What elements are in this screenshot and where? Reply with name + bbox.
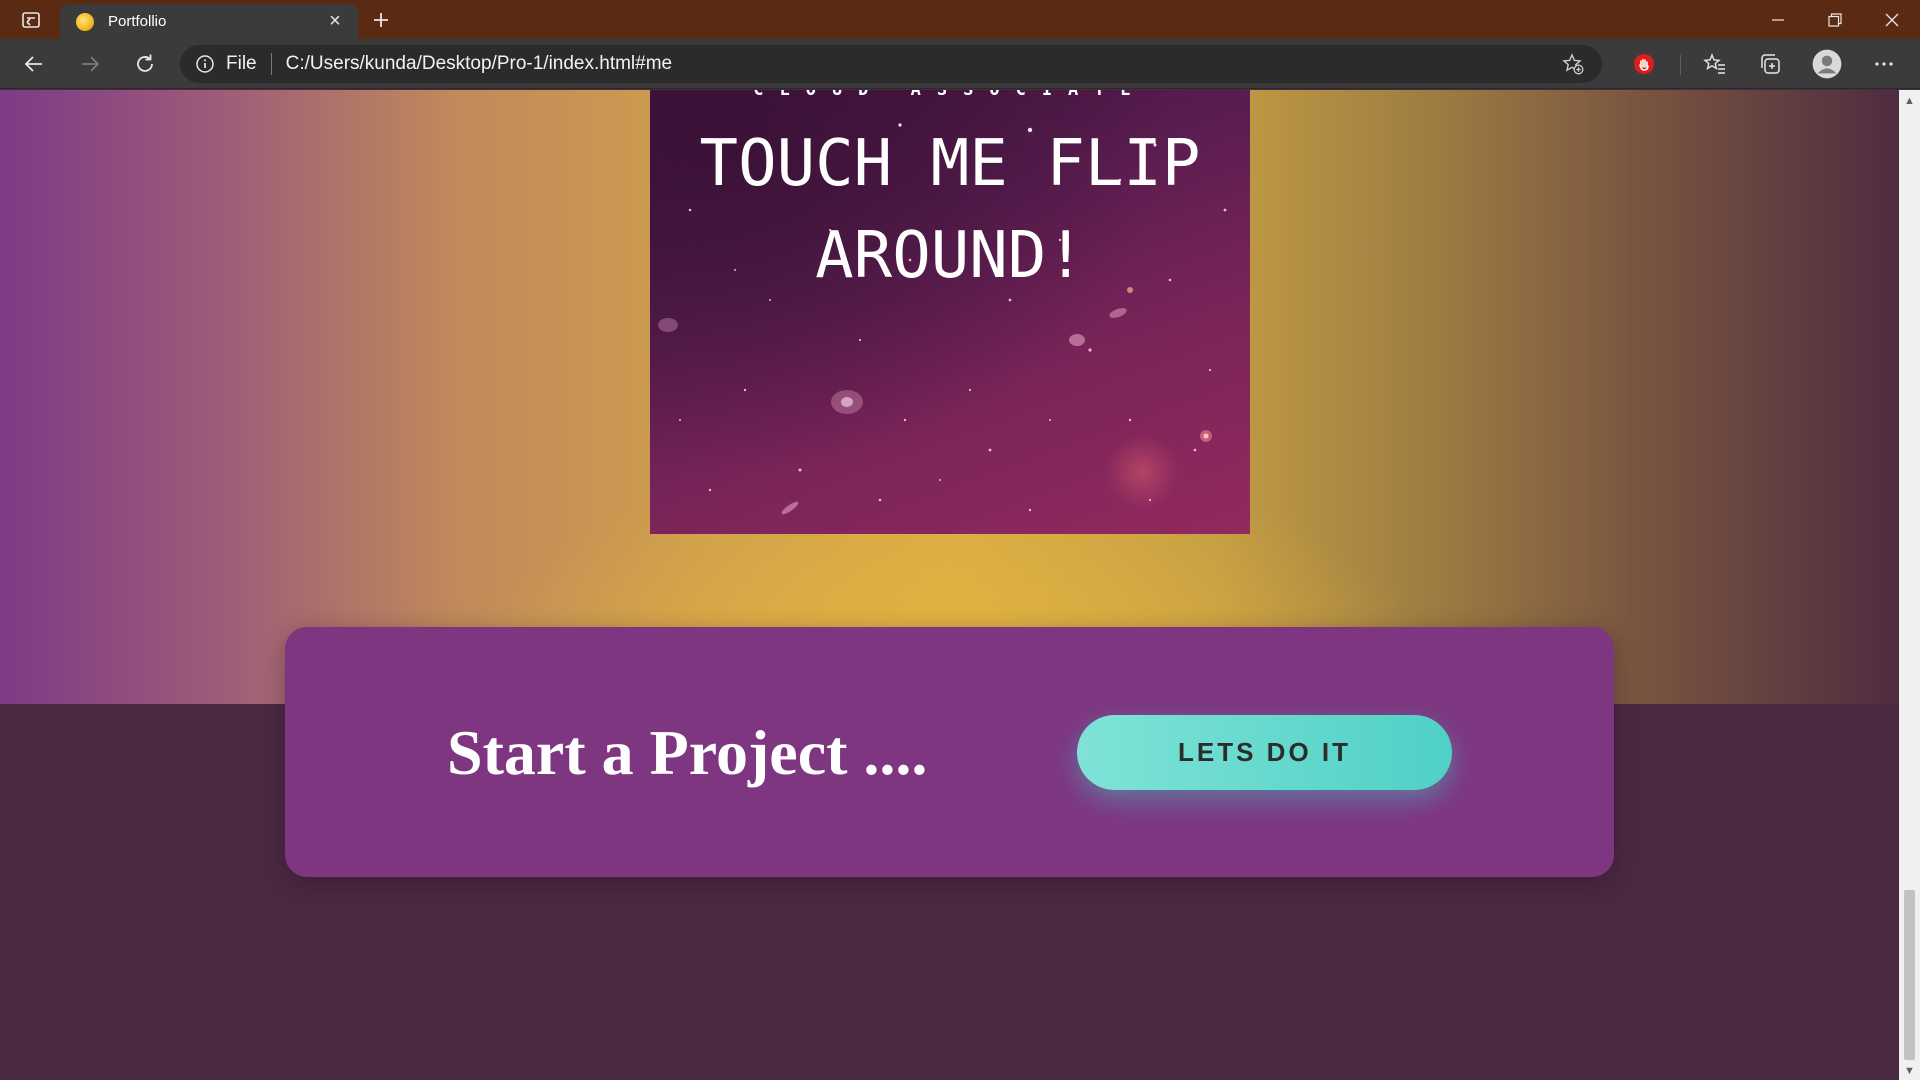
new-tab-button[interactable]: [366, 6, 396, 34]
forward-button[interactable]: [72, 47, 108, 81]
favicon-icon: [76, 12, 94, 31]
favorites-button[interactable]: [1695, 47, 1735, 81]
address-url[interactable]: C:/Users/kunda/Desktop/Pro-1/index.html#…: [286, 53, 1558, 75]
ellipsis-icon: [1875, 62, 1893, 66]
hand-stop-icon: [1634, 54, 1654, 74]
arrow-left-icon: [24, 56, 42, 72]
address-bar[interactable]: File C:/Users/kunda/Desktop/Pro-1/index.…: [180, 45, 1602, 83]
address-scheme-label: File: [226, 53, 257, 74]
close-tab-icon[interactable]: ×: [322, 9, 348, 35]
more-menu-button[interactable]: [1864, 47, 1904, 81]
tab-title: Portfollio: [108, 13, 167, 30]
star-plus-icon: [1562, 53, 1584, 75]
refresh-icon: [137, 54, 153, 72]
collections-button[interactable]: [1750, 47, 1790, 81]
minimize-button[interactable]: [1749, 0, 1806, 39]
restore-button[interactable]: [1806, 0, 1863, 39]
window-controls: [1749, 0, 1920, 39]
browser-title-bar: Portfollio ×: [0, 0, 1920, 39]
extension-button[interactable]: [1624, 47, 1664, 81]
vertical-scrollbar[interactable]: ▲ ▼: [1899, 90, 1920, 1080]
lets-do-it-button[interactable]: LETS DO IT: [1077, 715, 1452, 790]
address-separator: [270, 53, 272, 75]
info-icon[interactable]: [194, 53, 216, 75]
close-window-button[interactable]: [1863, 0, 1920, 39]
refresh-button[interactable]: [127, 47, 163, 81]
scroll-thumb[interactable]: [1904, 890, 1915, 1060]
add-favorite-button[interactable]: [1558, 49, 1588, 79]
toolbar-divider: [1680, 55, 1681, 75]
close-icon: [1885, 13, 1898, 26]
arrow-right-icon: [82, 56, 100, 72]
back-button[interactable]: [16, 47, 52, 81]
card-title: TOUCH ME FLIP AROUND!: [699, 127, 1201, 293]
scroll-up-icon[interactable]: ▲: [1899, 92, 1920, 110]
start-project-panel: Start a Project .... LETS DO IT: [285, 627, 1614, 877]
collections-icon: [1761, 54, 1780, 74]
scroll-down-icon[interactable]: ▼: [1899, 1062, 1920, 1080]
browser-toolbar: File C:/Users/kunda/Desktop/Pro-1/index.…: [0, 39, 1920, 89]
browser-tab-active[interactable]: Portfollio ×: [60, 4, 358, 39]
profile-icon: [1812, 49, 1842, 79]
tab-actions-icon: [22, 12, 40, 28]
card-subtitle: CLOUD ASSOCIATE: [753, 90, 1147, 100]
favorites-list-icon: [1703, 53, 1725, 74]
page-viewport: CLOUD ASSOCIATE TOUCH ME FLIP AROUND! St…: [0, 90, 1899, 1080]
restore-icon: [1827, 12, 1842, 27]
minimize-icon: [1771, 18, 1784, 21]
tab-actions-button[interactable]: [14, 8, 48, 32]
flip-card[interactable]: CLOUD ASSOCIATE TOUCH ME FLIP AROUND!: [650, 90, 1250, 534]
plus-icon: [374, 13, 388, 27]
start-project-heading: Start a Project ....: [447, 717, 928, 788]
profile-button[interactable]: [1807, 47, 1847, 81]
